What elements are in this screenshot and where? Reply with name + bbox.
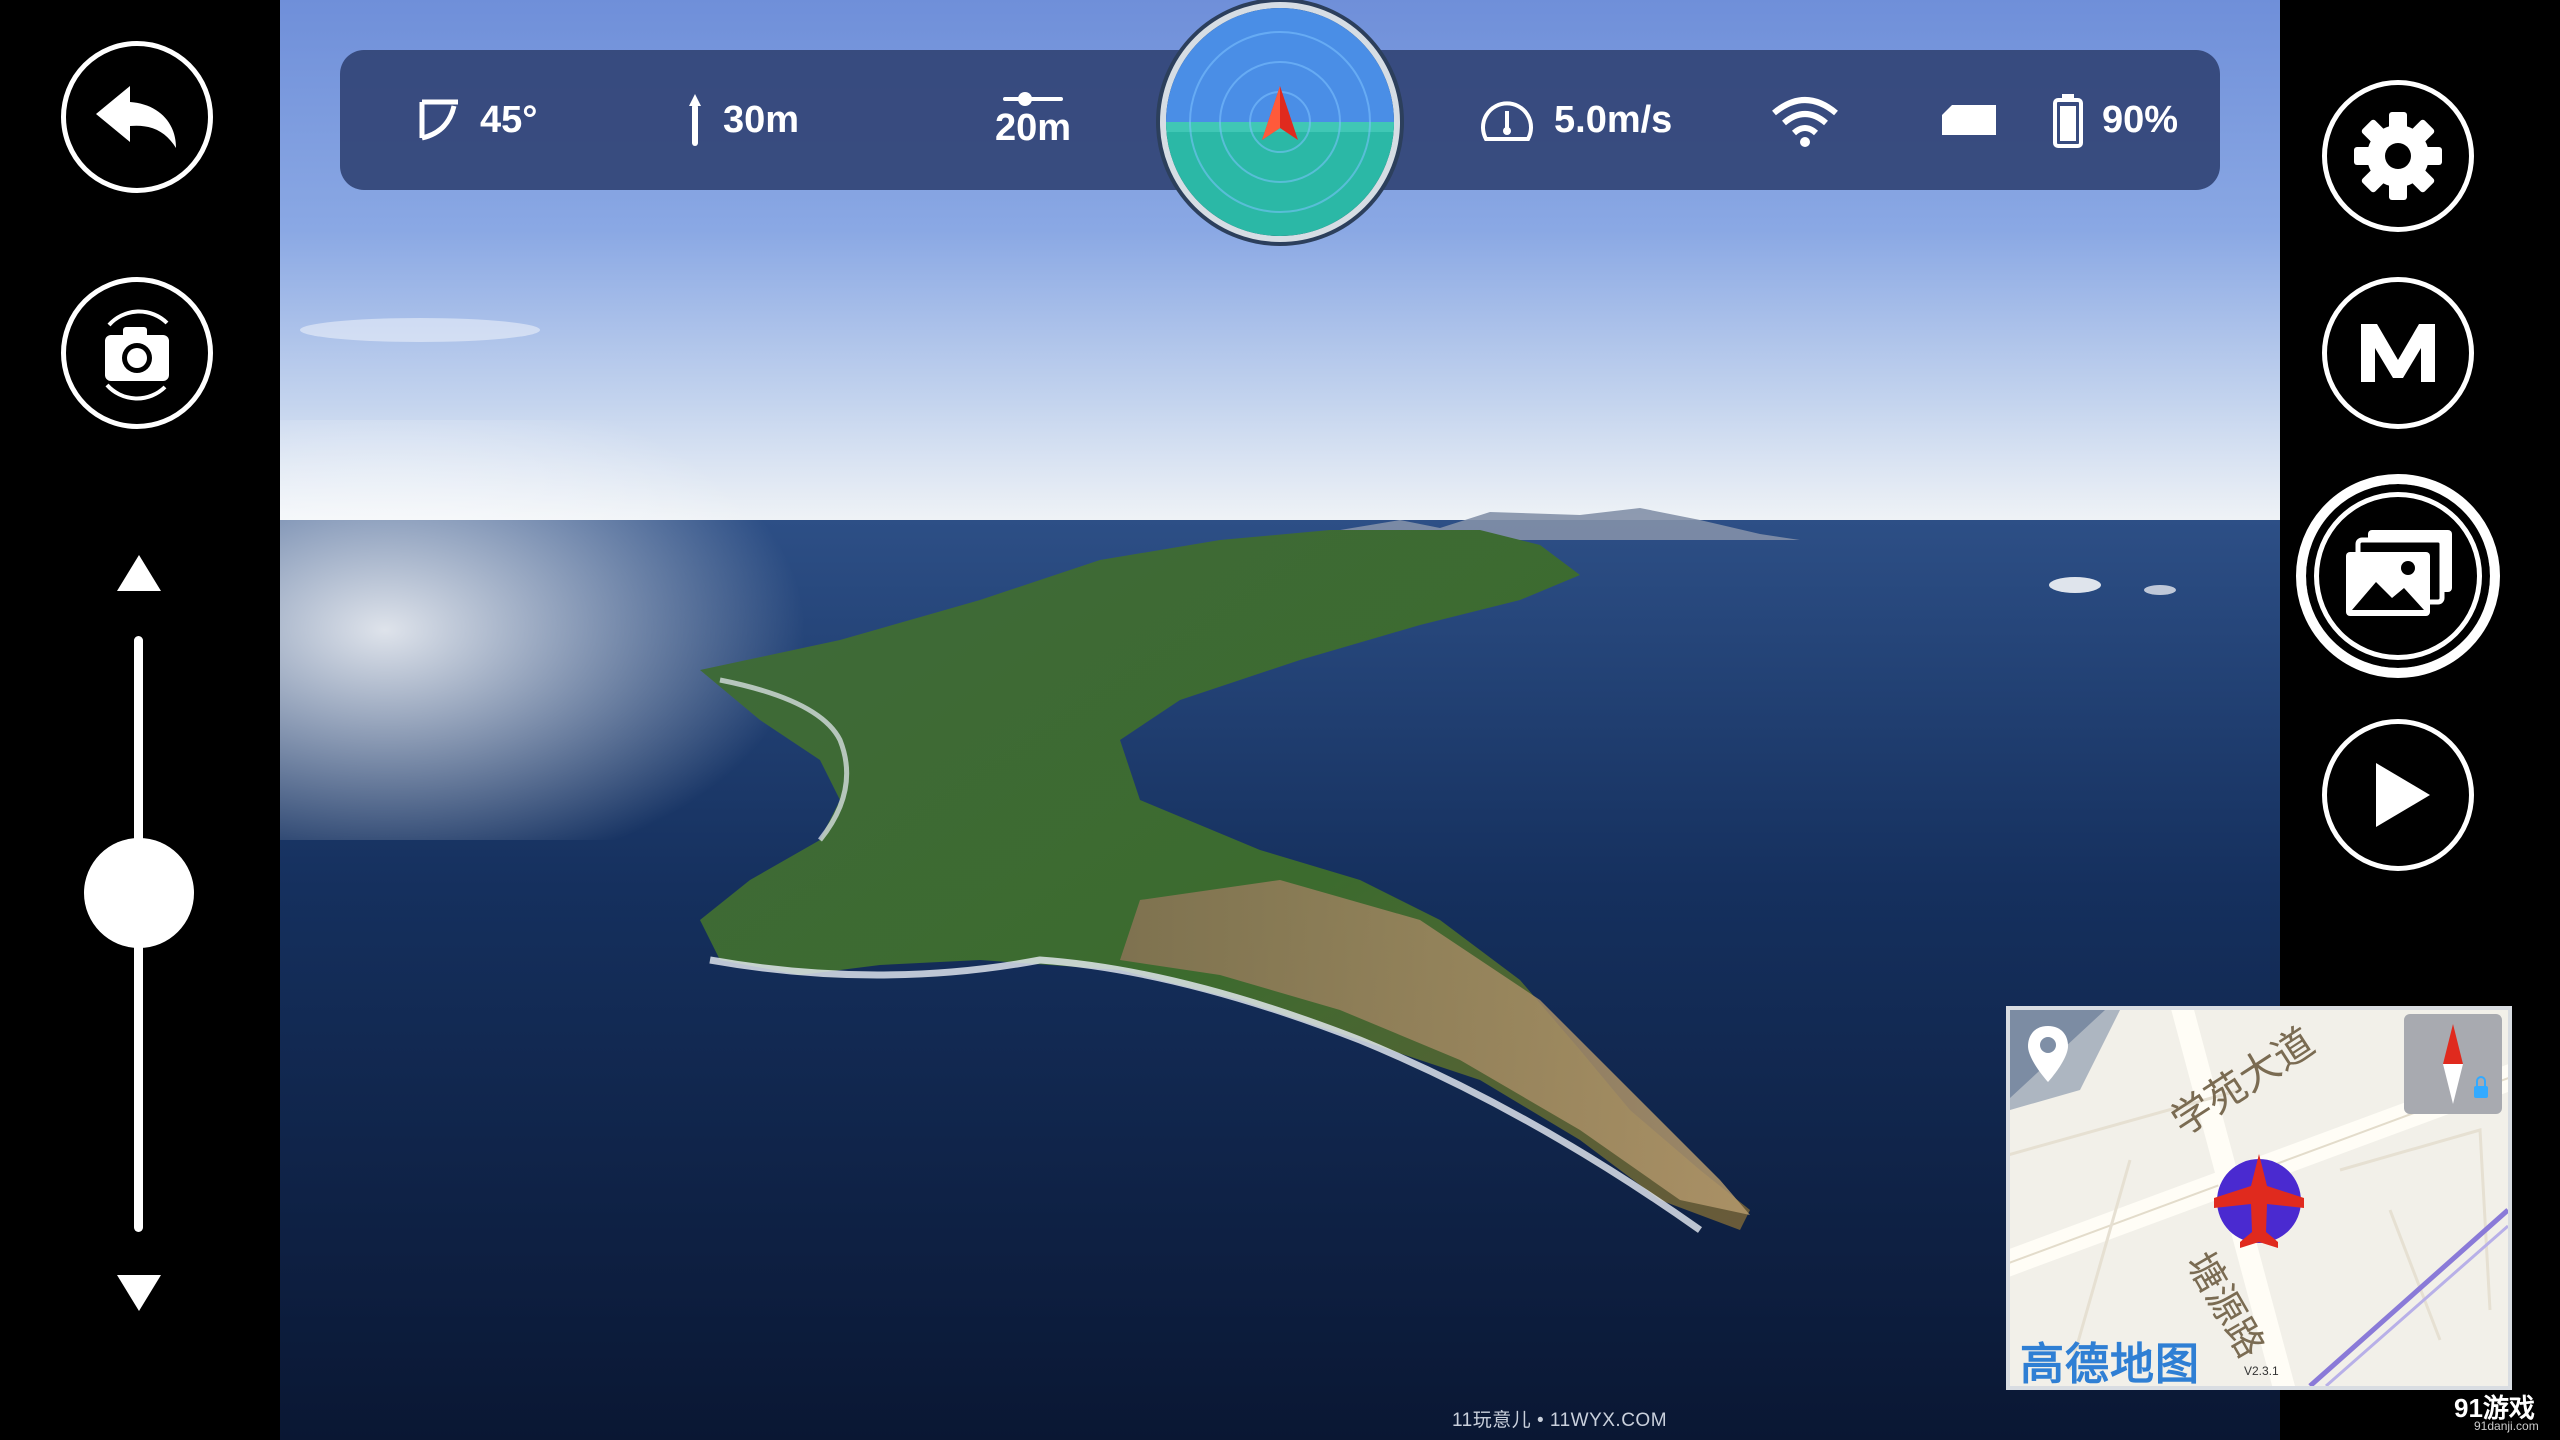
map-compass-button[interactable] <box>2404 1014 2502 1114</box>
compass-dial <box>1166 8 1394 236</box>
camera-rotate-icon <box>105 309 169 401</box>
sd-card-icon <box>1940 103 1998 137</box>
drone-position-marker-icon <box>2214 1154 2304 1248</box>
speed-value: 5.0m/s <box>1554 98 1673 141</box>
tilt-value: 45° <box>480 98 538 141</box>
settings-button[interactable] <box>2322 80 2474 232</box>
wifi-signal <box>1770 50 1840 190</box>
mini-map[interactable]: 学苑大道 塘源路 高德地图 V2.3.1 <box>2006 1006 2512 1390</box>
gallery-button[interactable] <box>2296 474 2500 678</box>
gear-icon <box>2354 112 2442 200</box>
distance-icon <box>1001 91 1065 107</box>
gallery-icon <box>2346 530 2452 616</box>
battery-readout: 90% <box>2052 50 2178 190</box>
speed-readout: 5.0m/s <box>1478 50 1672 190</box>
mode-button[interactable] <box>2322 277 2474 429</box>
sd-card-status <box>1940 50 1998 190</box>
play-icon <box>2376 763 2430 827</box>
location-pin-icon[interactable] <box>2026 1024 2070 1084</box>
compass-attitude-indicator <box>1160 2 1400 242</box>
distance-value: 20m <box>995 106 1072 149</box>
battery-icon <box>2052 92 2084 148</box>
back-button[interactable] <box>61 41 213 193</box>
corner-logo-url: 91danji.com <box>2474 1419 2539 1433</box>
battery-value: 90% <box>2102 98 2179 141</box>
switch-camera-button[interactable] <box>61 277 213 429</box>
gimbal-slider-thumb[interactable] <box>84 838 194 948</box>
altitude-value: 30m <box>723 98 800 141</box>
altitude-icon <box>685 92 705 148</box>
left-control-column <box>0 0 280 1440</box>
slider-down-arrow-icon[interactable] <box>117 1275 161 1311</box>
playback-button[interactable] <box>2322 719 2474 871</box>
mode-m-icon <box>2361 324 2435 382</box>
north-arrow-icon <box>2443 1024 2488 1104</box>
altitude-readout: 30m <box>685 50 799 190</box>
map-provider-logo: 高德地图 <box>2020 1339 2200 1390</box>
speedometer-icon <box>1478 95 1536 145</box>
distance-readout: 20m <box>995 50 1071 190</box>
back-arrow-icon <box>96 86 176 148</box>
watermark: 11玩意儿 • 11WYX.COM <box>1452 1410 1668 1431</box>
tilt-readout: 45° <box>418 50 537 190</box>
wifi-icon <box>1770 93 1840 147</box>
map-version: V2.3.1 <box>2244 1364 2279 1378</box>
tilt-angle-icon <box>418 98 462 142</box>
slider-up-arrow-icon[interactable] <box>117 555 161 591</box>
